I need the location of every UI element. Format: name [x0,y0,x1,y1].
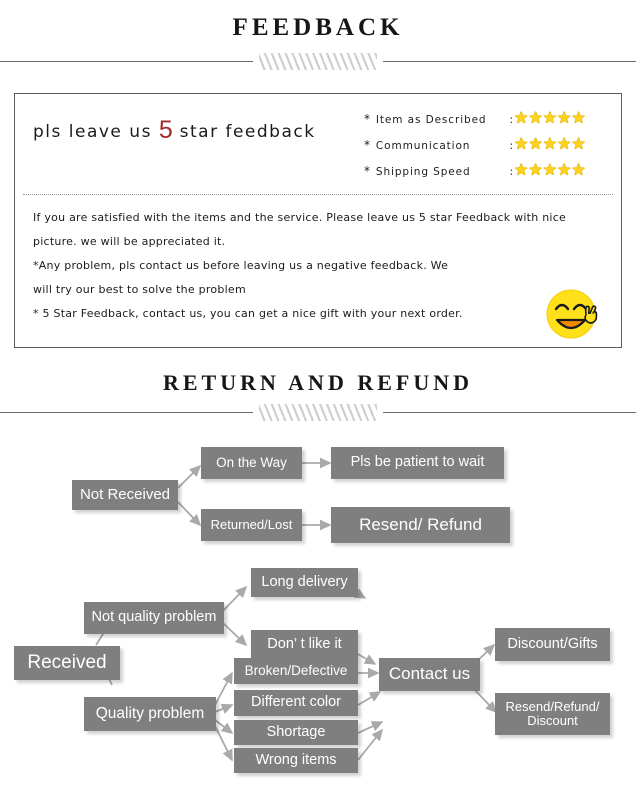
star-icon: ★ [528,162,543,179]
star-icon: ★ [557,162,572,179]
flow-node-received[interactable]: Received [14,646,120,680]
feedback-body-line: If you are satisfied with the items and … [33,211,567,224]
flow-node-broken-defective[interactable]: Broken/Defective [234,658,358,684]
star-icon: ★ [514,136,529,153]
flow-node-not-quality-problem[interactable]: Not quality problem [84,602,224,634]
page-title-return-and-refund: RETURN AND REFUND [162,370,473,395]
flow-node-returned-lost[interactable]: Returned/Lost [201,509,302,541]
rating-list: * Item as Described : ★ ★ ★ ★ ★ * Commun… [364,106,614,184]
asterisk-icon: * [364,112,371,126]
flow-node-on-the-way[interactable]: On the Way [201,447,302,479]
feedback-panel: pls leave us 5 star feedback * Item as D… [14,93,622,348]
flow-node-wrong-items[interactable]: Wrong items [234,748,358,773]
star-icon: ★ [557,110,572,127]
divider-hatch [259,403,377,421]
star-icon: ★ [514,162,529,179]
feedback-body-line: picture. we will be appreciated it. [33,235,226,248]
feedback-body-line: *Any problem, pls contact us before leav… [33,259,449,272]
return-refund-flowchart: Not Received On the Way Pls be patient t… [0,430,636,800]
flow-node-resend-refund-discount[interactable]: Resend/Refund/ Discount [495,693,610,735]
divider-rule-right [383,60,636,62]
divider-hatch [259,52,377,70]
feedback-headline-after: star feedback [172,122,316,142]
feedback-headline: pls leave us 5 star feedback [33,116,316,145]
star-icon: ★ [571,162,586,179]
star-icon: ★ [542,136,558,153]
flow-node-resend-refund[interactable]: Resend/ Refund [331,507,510,543]
divider-rule-left [0,411,253,413]
flow-node-not-received[interactable]: Not Received [72,480,178,510]
rating-label-shipping-speed: * Shipping Speed : [364,164,514,178]
star-icon: ★ [542,162,558,179]
flow-node-different-color[interactable]: Different color [234,690,358,716]
flow-node-shortage[interactable]: Shortage [234,720,358,745]
asterisk-icon: * [364,164,371,178]
star-rating-shipping-speed: ★ ★ ★ ★ ★ [514,163,586,179]
flow-node-dont-like-it[interactable]: Don’ t like it [251,630,358,659]
flow-node-contact-us[interactable]: Contact us [379,658,480,691]
feedback-body-line: * 5 Star Feedback, contact us, you can g… [33,307,463,320]
feedback-headline-before: pls leave us [33,122,159,142]
page-title-feedback: FEEDBACK [232,14,404,41]
flow-node-pls-be-patient-to-wait[interactable]: Pls be patient to wait [331,447,504,479]
smiley-face-peace-icon [546,289,598,339]
flow-node-quality-problem[interactable]: Quality problem [84,697,216,731]
star-icon: ★ [528,110,543,127]
divider-return [0,401,636,423]
flow-node-discount-gifts[interactable]: Discount/Gifts [495,628,610,661]
asterisk-icon: * [364,138,371,152]
star-icon: ★ [528,136,543,153]
feedback-body-text: If you are satisfied with the items and … [33,206,607,326]
flow-node-long-delivery[interactable]: Long delivery [251,568,358,597]
feedback-panel-top: pls leave us 5 star feedback * Item as D… [15,94,621,194]
rating-label-communication: * Communication : [364,138,514,152]
rating-text: Item as Described [375,114,487,126]
rating-row-item-as-described: * Item as Described : ★ ★ ★ ★ ★ [364,106,614,132]
divider-rule-left [0,60,253,62]
rating-text: Communication [375,140,471,152]
feedback-headline-number: 5 [158,116,173,144]
star-rating-item-as-described: ★ ★ ★ ★ ★ [514,111,586,127]
star-icon: ★ [571,110,586,127]
star-icon: ★ [571,136,586,153]
feedback-panel-separator [23,194,613,195]
star-rating-communication: ★ ★ ★ ★ ★ [514,137,586,153]
divider-rule-right [383,411,636,413]
rating-label-item-as-described: * Item as Described : [364,112,514,126]
star-icon: ★ [542,110,558,127]
star-icon: ★ [557,136,572,153]
star-icon: ★ [514,110,529,127]
divider-feedback [0,50,636,72]
feedback-body-line: will try our best to solve the problem [33,283,246,296]
rating-row-shipping-speed: * Shipping Speed : ★ ★ ★ ★ ★ [364,158,614,184]
rating-text: Shipping Speed [375,166,471,178]
rating-row-communication: * Communication : ★ ★ ★ ★ ★ [364,132,614,158]
